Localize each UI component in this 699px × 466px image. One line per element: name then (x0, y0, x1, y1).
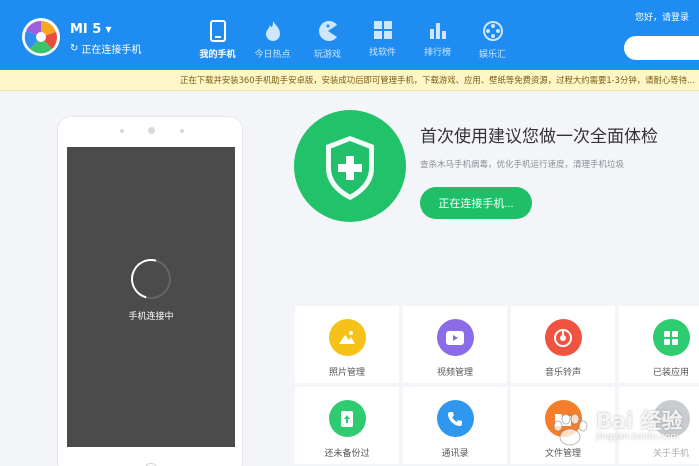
shield-plus-icon (326, 136, 374, 200)
pacman-icon (318, 21, 337, 41)
installed-apps-icon (652, 319, 690, 356)
flame-icon (265, 21, 280, 41)
phone-screen: 手机连接中 (67, 147, 235, 447)
nav-ranking[interactable]: 排行榜 (410, 0, 465, 70)
tile-photos[interactable]: 照片管理 (295, 306, 399, 383)
app-logo-icon[interactable] (22, 18, 60, 56)
security-shield (294, 110, 406, 222)
loading-spinner-icon (123, 251, 179, 307)
top-header: MI 5 ▼ ↻ 正在连接手机 我的手机 今日热点 玩游戏 找软件 排行榜 娱乐… (0, 0, 699, 70)
phone-preview: 手机连接中 (57, 116, 243, 466)
bar-chart-icon (429, 23, 446, 39)
device-name-text: MI 5 (70, 22, 102, 37)
speaker-dot (120, 129, 124, 133)
tile-videos-label: 视频管理 (436, 368, 473, 378)
backup-icon (328, 400, 366, 437)
video-play-icon (436, 319, 474, 356)
nav-entertainment-label: 娱乐汇 (478, 50, 506, 60)
nav-ranking-label: 排行榜 (423, 48, 451, 58)
search-input[interactable] (624, 36, 699, 60)
caret-down-icon: ▼ (105, 25, 112, 34)
baidu-paw-watermark-icon (553, 413, 588, 446)
nav-hot-today[interactable]: 今日热点 (245, 0, 300, 70)
tile-contacts-label: 通讯录 (441, 449, 469, 459)
download-notice: 正在下载并安装360手机助手安卓版，安装成功后即可管理手机，下载游戏、应用、壁纸… (0, 70, 699, 91)
nav-games-label: 玩游戏 (313, 50, 341, 60)
refresh-icon: ↻ (70, 43, 79, 54)
watermark-url: jingyan.baidu.com (596, 432, 680, 442)
nav-entertainment[interactable]: 娱乐汇 (465, 0, 520, 70)
tile-installed-apps-label: 已装应用 (652, 368, 689, 378)
tile-music-label: 音乐铃声 (544, 368, 581, 378)
nav-hot-today-label: 今日热点 (254, 50, 291, 60)
tile-about-phone-label: 关于手机 (652, 449, 689, 459)
tile-backup-label: 还未备份过 (324, 449, 370, 459)
phone-connecting-text: 手机连接中 (128, 312, 174, 322)
watermark-text: Bai 经验 (596, 409, 683, 433)
tile-music[interactable]: 音乐铃声 (511, 306, 615, 383)
feature-tiles: 照片管理 视频管理 音乐铃声 已装应用 还未备份过 通讯录 文件管理 关于手机 (295, 306, 699, 466)
device-info[interactable]: MI 5 ▼ ↻ 正在连接手机 (70, 22, 141, 56)
music-disc-icon (544, 319, 582, 356)
apps-grid-icon (373, 21, 392, 39)
device-status-text: 正在连接手机 (81, 45, 142, 56)
nav-games[interactable]: 玩游戏 (300, 0, 355, 70)
camera-dot (148, 127, 155, 134)
photo-icon (328, 319, 366, 356)
phone-icon (209, 20, 226, 42)
device-status: ↻ 正在连接手机 (70, 41, 141, 56)
tile-contacts[interactable]: 通讯录 (403, 387, 507, 464)
login-link[interactable]: 您好，请登录 (635, 10, 689, 23)
tile-installed-apps[interactable]: 已装应用 (619, 306, 699, 383)
connecting-button[interactable]: 正在连接手机... (420, 187, 532, 219)
hero-subtitle: 查杀木马手机病毒，优化手机运行速度，清理手机垃圾 (420, 160, 625, 170)
contacts-phone-icon (436, 400, 474, 437)
tile-photos-label: 照片管理 (328, 368, 365, 378)
nav-software-label: 找软件 (368, 48, 396, 58)
tile-videos[interactable]: 视频管理 (403, 306, 507, 383)
nav-software[interactable]: 找软件 (355, 0, 410, 70)
tile-backup[interactable]: 还未备份过 (295, 387, 399, 464)
main-nav: 我的手机 今日热点 玩游戏 找软件 排行榜 娱乐汇 (190, 0, 520, 70)
film-reel-icon (482, 21, 503, 41)
hero-title: 首次使用建议您做一次全面体检 (420, 127, 658, 147)
device-name[interactable]: MI 5 ▼ (70, 22, 141, 37)
nav-my-phone-label: 我的手机 (199, 50, 236, 60)
nav-my-phone[interactable]: 我的手机 (190, 0, 245, 70)
sensor-dot (180, 129, 184, 133)
